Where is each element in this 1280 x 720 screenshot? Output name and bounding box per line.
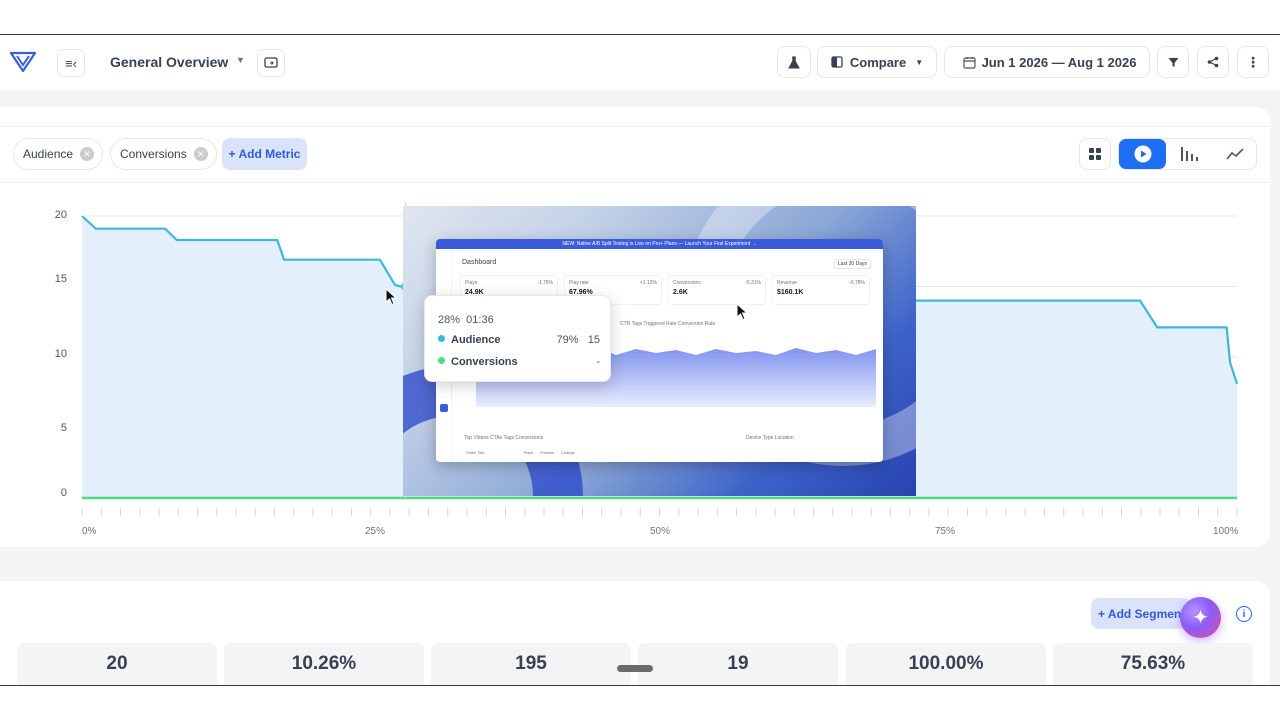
- video-banner: NEW: Native A/B Split Testing is Live on…: [436, 239, 883, 249]
- bar-view-button[interactable]: [1167, 139, 1211, 169]
- collapse-sidebar-icon: ≡‹: [65, 55, 77, 71]
- tooltip-header: 28% 01:36: [438, 314, 494, 326]
- filter-icon: [1168, 57, 1178, 67]
- add-metric-button[interactable]: + Add Metric: [222, 138, 307, 170]
- remove-chip-icon[interactable]: ✕: [193, 147, 208, 161]
- play-circle-icon: [1134, 145, 1151, 163]
- chevron-down-icon: ▼: [915, 57, 924, 67]
- video-sidebar-item: [440, 404, 448, 412]
- x-tick-label: 25%: [365, 526, 386, 537]
- chevron-down-icon[interactable]: ▼: [236, 55, 245, 65]
- experiment-button[interactable]: [777, 46, 811, 78]
- video-range: Last 30 Days: [833, 259, 871, 269]
- line-view-button[interactable]: [1213, 139, 1257, 169]
- browser-bottom-strip: [0, 685, 1280, 720]
- add-segment-button[interactable]: + Add Segment: [1091, 598, 1191, 629]
- tooltip-time: 01:36: [466, 314, 494, 326]
- chart-view-toggle: [1118, 138, 1257, 170]
- stat-value: 10.26%: [224, 643, 424, 685]
- drag-handle[interactable]: [617, 665, 653, 672]
- edit-view-button[interactable]: [257, 49, 285, 77]
- kebab-menu-icon: ⋮: [1246, 54, 1260, 70]
- x-tick-label: 75%: [935, 526, 956, 537]
- info-icon[interactable]: i: [1236, 606, 1252, 622]
- share-icon: [1207, 56, 1219, 68]
- date-range-picker[interactable]: Jun 1 2026 — Aug 1 2026: [944, 46, 1150, 78]
- collapse-sidebar-button[interactable]: ≡‹: [57, 49, 85, 77]
- filter-button[interactable]: [1157, 46, 1189, 78]
- stat-value: 195: [431, 643, 631, 685]
- video-bottom-tabs: Top Videos CTAs Tags Conversions: [464, 435, 544, 441]
- series-dot-icon: [438, 357, 445, 364]
- stat-value: 20: [17, 643, 217, 685]
- compare-label: Compare: [849, 54, 907, 70]
- metric-chip-audience[interactable]: Audience ✕: [13, 138, 104, 170]
- metric-chip-label: Conversions: [120, 147, 187, 161]
- brand-logo-icon[interactable]: [10, 50, 36, 74]
- bar-chart-icon: [1181, 147, 1198, 161]
- series-dot-icon: [438, 335, 445, 342]
- metric-chip-conversions[interactable]: Conversions ✕: [110, 138, 217, 170]
- x-tick-label: 0%: [82, 526, 97, 537]
- compare-icon: [831, 56, 843, 68]
- x-tick-label: 50%: [650, 526, 671, 537]
- remove-chip-icon[interactable]: ✕: [80, 147, 95, 161]
- x-tick-label: 100%: [1213, 526, 1239, 537]
- video-view-button[interactable]: [1119, 139, 1166, 169]
- grid-icon: [1089, 148, 1101, 160]
- sparkle-icon[interactable]: ✦: [1180, 597, 1221, 638]
- browser-top-strip: [0, 0, 1280, 35]
- stat-value: 75.63%: [1053, 643, 1253, 685]
- stat-value: 100.00%: [846, 643, 1046, 685]
- tooltip-position: 28%: [438, 314, 461, 326]
- compare-dropdown[interactable]: Compare ▼: [817, 46, 937, 78]
- screen-edit-icon: [264, 57, 278, 68]
- video-bottom-tabs-right: Device Type Location: [746, 435, 794, 441]
- page-title[interactable]: General Overview: [110, 54, 228, 70]
- line-chart-icon: [1226, 148, 1244, 160]
- date-range-text: Jun 1 2026 — Aug 1 2026: [981, 54, 1137, 70]
- metric-chip-label: Audience: [23, 147, 74, 161]
- flask-icon: [788, 56, 800, 68]
- stat-value: 19: [638, 643, 838, 685]
- header-bar: ≡‹ General Overview ▼ Compare ▼ Jun 1 20…: [0, 36, 1280, 90]
- divider: [0, 126, 1270, 127]
- video-metric-tabs: CTR Tags Triggered Rate Conversion Rate: [620, 321, 716, 327]
- video-stat: Conversions -5.31% 2.6K: [668, 275, 766, 305]
- share-button[interactable]: [1197, 46, 1229, 78]
- tooltip-row-audience: Audience 79% 15: [438, 334, 600, 346]
- divider: [0, 182, 1270, 183]
- mouse-cursor-icon: [736, 303, 749, 321]
- video-stat: Revenue -6.78% $160.1K: [772, 275, 870, 305]
- tooltip-row-conversions: Conversions -: [438, 356, 600, 368]
- grid-view-button[interactable]: [1079, 138, 1111, 170]
- video-dashboard-title: Dashboard: [462, 259, 497, 266]
- more-options-button[interactable]: ⋮: [1237, 46, 1269, 78]
- video-table-headers: Video Title Plays Preview Change: [466, 450, 575, 455]
- mouse-cursor-icon: [385, 288, 398, 306]
- chart-tooltip: 28% 01:36 Audience 79% 15 Conversions -: [424, 295, 611, 382]
- calendar-icon: [963, 56, 976, 69]
